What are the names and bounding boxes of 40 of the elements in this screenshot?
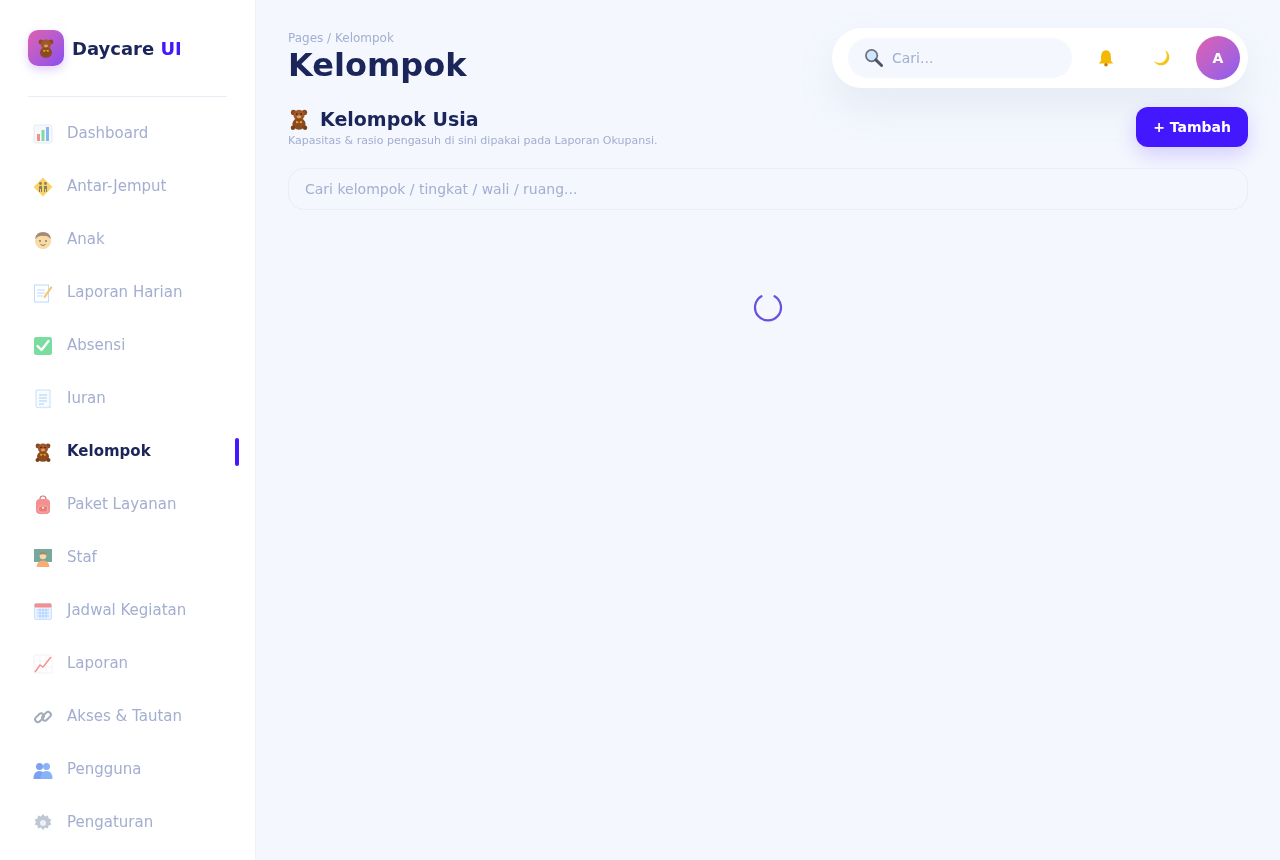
sidebar-item[interactable]: Paket Layanan — [28, 478, 239, 531]
sidebar-item[interactable]: Laporan Harian — [28, 266, 239, 319]
page-title: Kelompok — [288, 46, 467, 84]
search-icon — [864, 48, 883, 67]
search-field[interactable]: Cari... — [848, 38, 1072, 78]
sidebar-item[interactable]: Akses & Tautan — [28, 690, 239, 743]
user-avatar[interactable]: A — [1196, 36, 1240, 80]
road-sign-icon — [33, 176, 53, 197]
section-title: Kelompok Usia — [320, 107, 479, 131]
sidebar-item[interactable]: Absensi — [28, 319, 239, 372]
line-chart-icon — [33, 653, 53, 674]
teddy-bear-icon — [33, 441, 53, 462]
sidebar-item[interactable]: Kelompok — [28, 425, 239, 478]
face-icon — [33, 229, 53, 250]
memo-icon — [33, 282, 53, 303]
sidebar-item[interactable]: Laporan — [28, 637, 239, 690]
backpack-icon — [33, 494, 53, 515]
breadcrumb: Pages / Kelompok — [288, 30, 395, 46]
moon-icon — [1153, 49, 1171, 67]
filter-search-field[interactable]: Cari kelompok / tingkat / wali / ruang... — [288, 168, 1248, 210]
check-icon — [33, 335, 53, 356]
sidebar-item[interactable]: Dashboard — [28, 107, 239, 160]
teddy-bear-icon — [288, 108, 310, 130]
sidebar-item[interactable]: Antar-Jemput — [28, 160, 239, 213]
sidebar-item[interactable]: Iuran — [28, 372, 239, 425]
logo-icon — [28, 30, 64, 66]
sidebar-item[interactable]: Anak — [28, 213, 239, 266]
brand-name: Daycare UI — [72, 36, 182, 61]
bar-chart-icon — [33, 123, 53, 144]
calendar-icon — [33, 600, 53, 621]
sidebar-item[interactable]: Pengguna — [28, 743, 239, 796]
sidebar-item[interactable]: Jadwal Kegiatan — [28, 584, 239, 637]
receipt-icon — [33, 388, 53, 409]
bell-icon — [1097, 49, 1115, 67]
add-button[interactable]: + Tambah — [1136, 107, 1248, 147]
teacher-icon — [33, 547, 53, 568]
sidebar-item[interactable]: Staf — [28, 531, 239, 584]
section-subtitle: Kapasitas & rasio pengasuh di sini dipakai pada Laporan Okupansi. — [288, 133, 658, 149]
sidebar-item[interactable]: Pengaturan — [28, 796, 239, 849]
active-indicator — [235, 437, 239, 466]
